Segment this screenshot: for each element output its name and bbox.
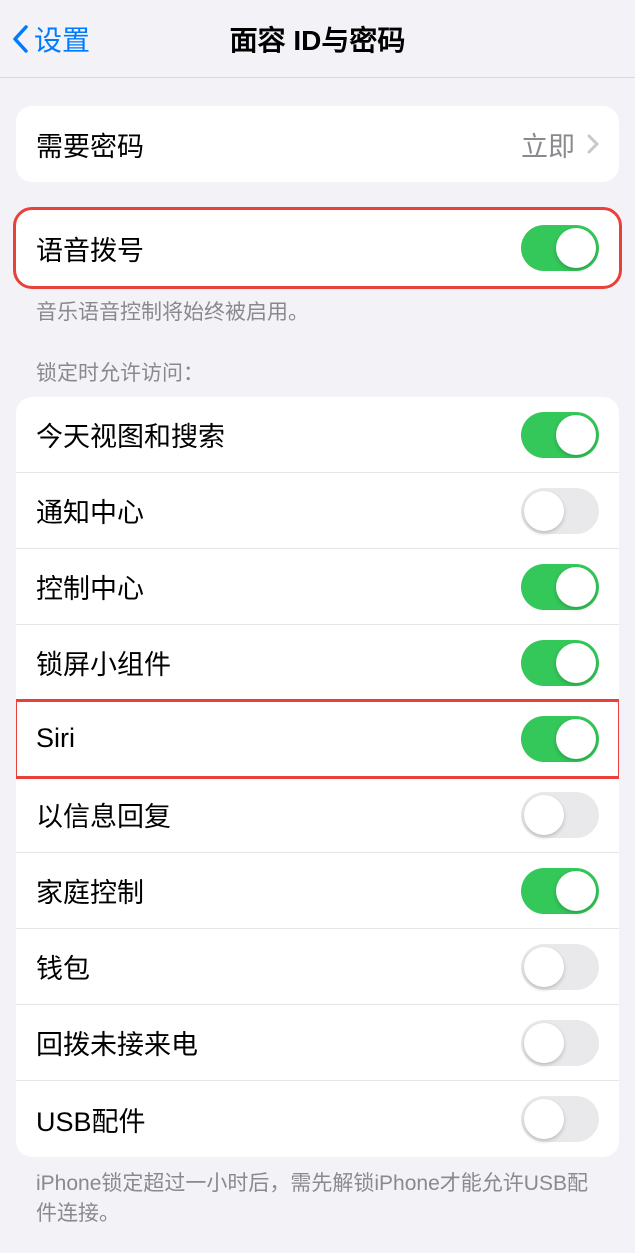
voice-dial-row: 语音拨号 bbox=[16, 210, 619, 286]
voice-dial-label: 语音拨号 bbox=[36, 229, 144, 268]
usb-accessories-label: USB配件 bbox=[36, 1100, 146, 1139]
lock-widgets-row: 锁屏小组件 bbox=[16, 625, 619, 701]
toggle-knob bbox=[524, 1099, 564, 1139]
nav-header: 设置 面容 ID与密码 bbox=[0, 0, 635, 78]
toggle-knob bbox=[524, 1023, 564, 1063]
toggle-knob bbox=[556, 643, 596, 683]
today-view-toggle[interactable] bbox=[521, 412, 599, 458]
reply-message-row: 以信息回复 bbox=[16, 777, 619, 853]
control-center-row: 控制中心 bbox=[16, 549, 619, 625]
return-missed-calls-row: 回拨未接来电 bbox=[16, 1005, 619, 1081]
today-view-label: 今天视图和搜索 bbox=[36, 415, 225, 454]
toggle-knob bbox=[556, 228, 596, 268]
chevron-left-icon bbox=[12, 25, 28, 53]
voice-dial-footer: 音乐语音控制将始终被启用。 bbox=[16, 286, 619, 327]
reply-message-toggle[interactable] bbox=[521, 792, 599, 838]
back-button[interactable]: 设置 bbox=[0, 19, 90, 59]
toggle-knob bbox=[556, 871, 596, 911]
require-passcode-value: 立即 bbox=[521, 125, 575, 164]
notification-center-toggle[interactable] bbox=[521, 488, 599, 534]
wallet-row: 钱包 bbox=[16, 929, 619, 1005]
passcode-group: 需要密码 立即 bbox=[16, 106, 619, 182]
lock-access-footer: iPhone锁定超过一小时后，需先解锁iPhone才能允许USB配件连接。 bbox=[16, 1157, 619, 1228]
home-control-label: 家庭控制 bbox=[36, 871, 144, 910]
require-passcode-label: 需要密码 bbox=[36, 125, 144, 164]
lock-section-header: 锁定时允许访问： bbox=[16, 327, 619, 397]
wallet-label: 钱包 bbox=[36, 947, 90, 986]
lock-widgets-toggle[interactable] bbox=[521, 640, 599, 686]
toggle-knob bbox=[524, 491, 564, 531]
toggle-knob bbox=[556, 567, 596, 607]
toggle-knob bbox=[524, 795, 564, 835]
notification-center-label: 通知中心 bbox=[36, 491, 144, 530]
lock-widgets-label: 锁屏小组件 bbox=[36, 643, 171, 682]
notification-center-row: 通知中心 bbox=[16, 473, 619, 549]
home-control-row: 家庭控制 bbox=[16, 853, 619, 929]
siri-label: Siri bbox=[36, 723, 75, 754]
wallet-toggle[interactable] bbox=[521, 944, 599, 990]
voice-dial-toggle[interactable] bbox=[521, 225, 599, 271]
toggle-knob bbox=[524, 947, 564, 987]
lock-access-group: 今天视图和搜索通知中心控制中心锁屏小组件 Siri 以信息回复家庭控制钱包回拨未接来… bbox=[16, 397, 619, 1157]
voice-dial-group: 语音拨号 bbox=[16, 210, 619, 286]
usb-accessories-toggle[interactable] bbox=[521, 1096, 599, 1142]
return-missed-calls-label: 回拨未接来电 bbox=[36, 1023, 198, 1062]
today-view-row: 今天视图和搜索 bbox=[16, 397, 619, 473]
back-label: 设置 bbox=[34, 19, 90, 59]
require-passcode-row[interactable]: 需要密码 立即 bbox=[16, 106, 619, 182]
page-title: 面容 ID与密码 bbox=[230, 19, 406, 59]
control-center-label: 控制中心 bbox=[36, 567, 144, 606]
home-control-toggle[interactable] bbox=[521, 868, 599, 914]
return-missed-calls-toggle[interactable] bbox=[521, 1020, 599, 1066]
chevron-right-icon bbox=[587, 134, 599, 154]
toggle-knob bbox=[556, 415, 596, 455]
control-center-toggle[interactable] bbox=[521, 564, 599, 610]
usb-accessories-row: USB配件 bbox=[16, 1081, 619, 1157]
toggle-knob bbox=[556, 719, 596, 759]
siri-row: Siri bbox=[16, 701, 619, 777]
siri-toggle[interactable] bbox=[521, 716, 599, 762]
reply-message-label: 以信息回复 bbox=[36, 795, 171, 834]
